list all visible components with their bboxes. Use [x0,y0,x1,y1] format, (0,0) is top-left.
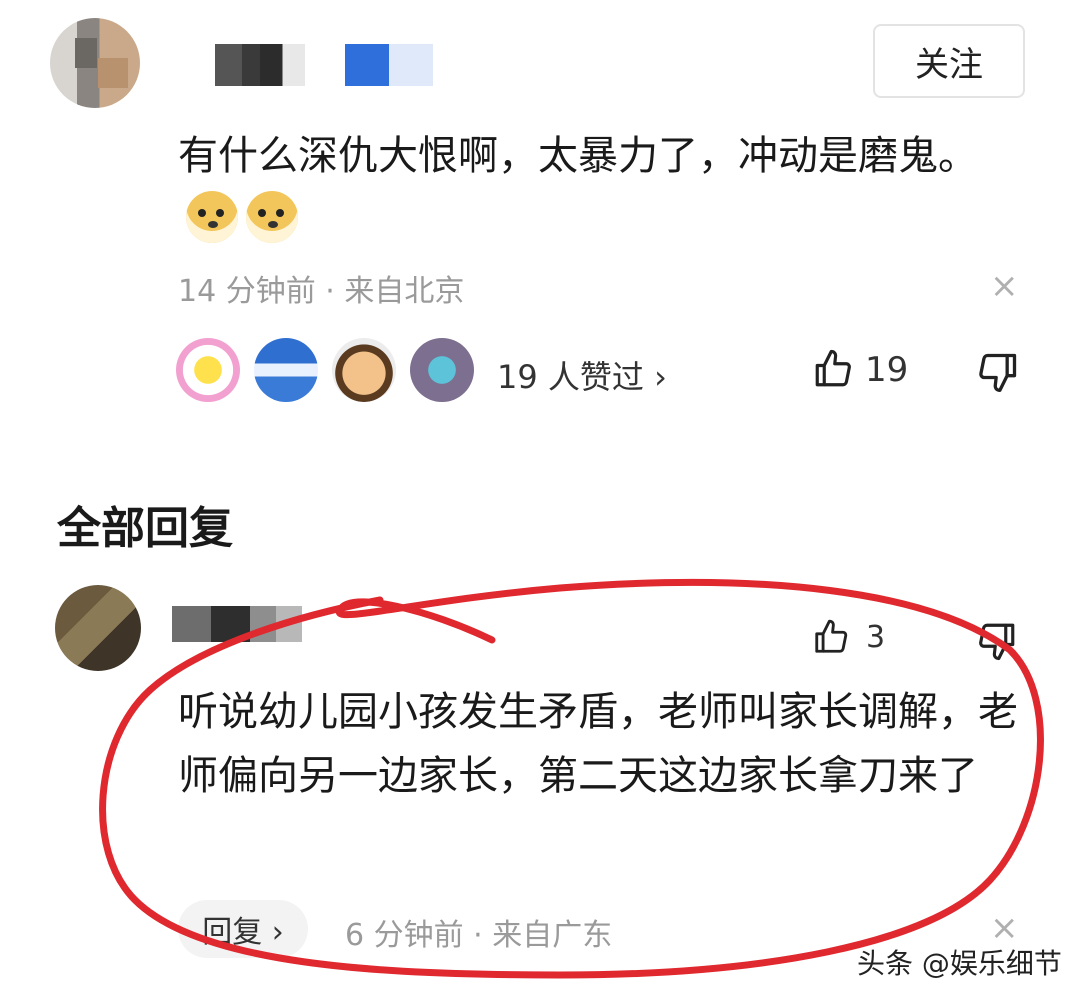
close-icon[interactable]: × [990,268,1019,304]
reply-like-count: 3 [866,620,886,655]
reply-avatar[interactable] [55,585,141,671]
doge-emoji [186,191,238,243]
reply-button[interactable]: 回复 › [178,900,308,958]
comment-meta: 14 分钟前 · 来自北京 [178,266,464,310]
likers-link[interactable]: 19 人赞过 › [497,352,667,398]
meta-separator: · [473,918,483,953]
meta-separator: · [325,274,335,309]
comment-time: 14 分钟前 [178,274,316,309]
thumbs-down-icon[interactable] [976,350,1020,394]
reply-location: 来自广东 [492,918,613,953]
comment-body: 有什么深仇大恨啊，太暴力了，冲动是磨鬼。 [178,124,1008,252]
comment-text: 有什么深仇大恨啊，太暴力了，冲动是磨鬼。 [178,133,978,179]
liker-avatar [176,338,240,402]
chevron-right-icon: › [654,358,667,396]
reply-body: 听说幼儿园小孩发生矛盾，老师叫家长调解，老师偏向另一边家长，第二天这边家长拿刀来… [178,689,1018,799]
doge-emoji [246,191,298,243]
liker-avatar [332,338,396,402]
close-icon[interactable]: × [990,910,1019,946]
liker-avatar [410,338,474,402]
reply-time: 6 分钟前 [345,918,464,953]
liker-avatar [254,338,318,402]
watermark: 头条 @娱乐细节 [857,947,1062,980]
thumbs-up-icon[interactable] [812,348,854,390]
thumbs-down-icon[interactable] [976,620,1018,662]
like-count: 19 [865,350,909,390]
user-badge-redacted [345,44,433,86]
reply-username-redacted[interactable] [172,606,302,642]
likers-avatars[interactable] [176,338,474,402]
comment-location: 来自北京 [344,274,465,309]
reply-meta: 6 分钟前 · 来自广东 [345,910,612,954]
thumbs-up-icon[interactable] [812,618,850,656]
replies-section-title: 全部回复 [57,503,233,554]
avatar[interactable] [50,18,140,108]
likers-count-label: 19 人赞过 [497,358,644,396]
username-redacted[interactable] [215,44,305,86]
follow-button[interactable]: 关注 [873,24,1025,98]
